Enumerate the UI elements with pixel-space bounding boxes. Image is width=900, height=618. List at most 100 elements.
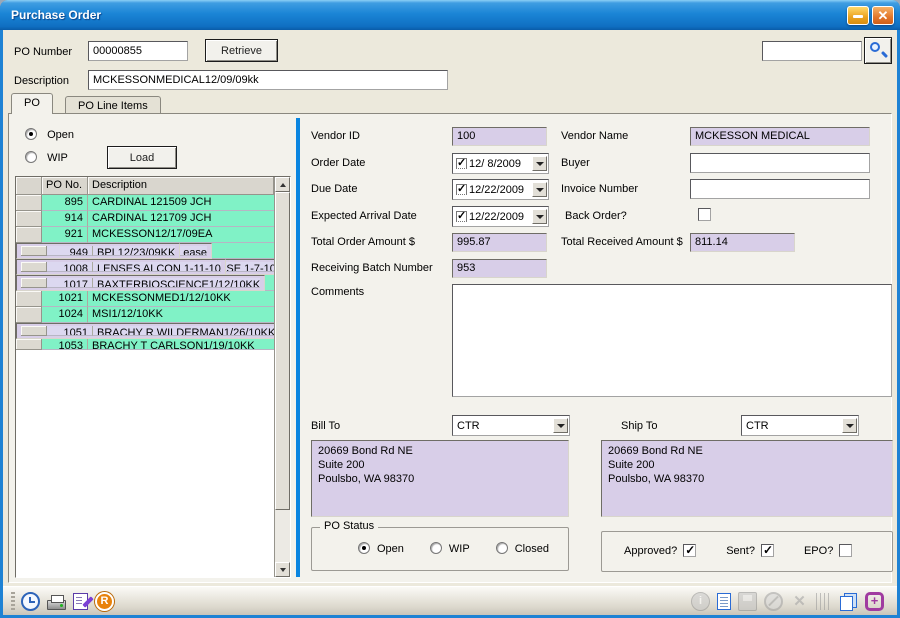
cancel-icon[interactable]: [764, 592, 783, 611]
radio-icon[interactable]: [496, 542, 508, 554]
due-date-picker[interactable]: 12/22/2009: [452, 179, 549, 200]
copy-pages-icon[interactable]: [839, 592, 858, 611]
window-title: Purchase Order: [11, 8, 844, 22]
flag-label: Sent?: [726, 545, 755, 557]
table-row[interactable]: 1053BRACHY T CARLSON1/19/10KK: [16, 339, 274, 350]
po-status-option-open[interactable]: Open: [358, 543, 404, 555]
radio-wip[interactable]: WIP: [25, 151, 68, 164]
document-icon[interactable]: [717, 593, 731, 610]
po-number-label: PO Number: [14, 46, 72, 58]
total-received-field: 811.14: [690, 233, 795, 252]
tab-po[interactable]: PO: [11, 93, 53, 114]
back-order-checkbox[interactable]: [698, 208, 711, 221]
due-date-check[interactable]: [456, 184, 467, 195]
radio-wip-icon[interactable]: [25, 151, 37, 163]
checkbox-icon[interactable]: [683, 544, 696, 557]
expected-arrival-picker[interactable]: 12/22/2009: [452, 206, 549, 227]
search-input[interactable]: [762, 41, 862, 61]
table-row[interactable]: 1024MSI1/12/10KK: [16, 307, 274, 323]
vendor-id-field: 100: [452, 127, 547, 146]
chevron-down-icon[interactable]: [532, 156, 547, 171]
search-button[interactable]: [864, 37, 892, 64]
info-icon[interactable]: [691, 592, 710, 611]
row-po-no: 895: [42, 195, 88, 211]
address-line: Poulsbo, WA 98370: [608, 472, 886, 486]
close-icon[interactable]: [872, 6, 894, 25]
chevron-down-icon[interactable]: [532, 182, 547, 197]
chevron-down-icon[interactable]: [553, 418, 568, 433]
radio-icon[interactable]: [430, 542, 442, 554]
table-row[interactable]: 949BPI 12/23/09KK: [16, 243, 180, 259]
delete-x-icon[interactable]: [790, 592, 809, 611]
recent-badge-icon[interactable]: [95, 592, 114, 611]
order-date-check[interactable]: [456, 158, 467, 169]
save-disk-icon[interactable]: [738, 592, 757, 611]
radio-icon[interactable]: [358, 542, 370, 554]
add-record-icon[interactable]: [865, 592, 884, 611]
po-status-option-wip[interactable]: WIP: [430, 543, 470, 555]
load-button[interactable]: Load: [107, 146, 177, 169]
checkbox-icon[interactable]: [761, 544, 774, 557]
radio-label: WIP: [449, 543, 470, 555]
toolbar-left: [21, 592, 121, 611]
row-po-no: 1053: [42, 339, 88, 350]
vendor-name-field: MCKESSON MEDICAL: [690, 127, 870, 146]
row-description: MCKESSON12/17/09EA: [88, 227, 274, 243]
receiving-batch-field: 953: [452, 259, 547, 278]
printer-icon[interactable]: [47, 600, 66, 610]
po-tab-panel: Open WIP Load PO No. Description 895CARD…: [8, 113, 892, 583]
row-selector: [16, 227, 42, 243]
radio-open-icon[interactable]: [25, 128, 37, 140]
po-status-options: Open WIP Closed: [358, 542, 575, 555]
edit-document-icon[interactable]: [73, 593, 88, 610]
chevron-down-icon[interactable]: [842, 418, 857, 433]
minimize-icon[interactable]: [847, 6, 869, 25]
order-date-picker[interactable]: 12/ 8/2009: [452, 153, 549, 174]
row-description: BRACHY T CARLSON1/19/10KK: [88, 339, 274, 350]
checkbox-icon[interactable]: [839, 544, 852, 557]
chevron-down-icon[interactable]: [532, 209, 547, 224]
comments-textarea[interactable]: [452, 284, 892, 397]
header-description[interactable]: Description: [88, 177, 274, 195]
tab-po-line-items[interactable]: PO Line Items: [65, 96, 161, 113]
scroll-down-icon[interactable]: [275, 562, 290, 577]
flag-approved[interactable]: Approved?: [624, 544, 696, 557]
row-description: BRACHY R WILDERMAN1/26/10KK: [93, 326, 275, 336]
retrieve-button[interactable]: Retrieve: [205, 39, 278, 62]
row-selector: [16, 211, 42, 227]
table-row[interactable]: 895CARDINAL 121509 JCH: [16, 195, 274, 211]
client-area: PO Number Retrieve Description PO PO Lin…: [3, 30, 897, 615]
description-input[interactable]: [88, 70, 448, 90]
row-selector: [16, 339, 42, 350]
clock-icon[interactable]: [21, 592, 40, 611]
bottom-toolbar: [3, 586, 897, 615]
expected-arrival-label: Expected Arrival Date: [311, 210, 417, 222]
scrollbar-thumb[interactable]: [275, 192, 290, 510]
po-status-option-closed[interactable]: Closed: [496, 543, 549, 555]
header-po-no[interactable]: PO No.: [42, 177, 88, 195]
expected-arrival-check[interactable]: [456, 211, 467, 222]
po-table[interactable]: PO No. Description 895CARDINAL 121509 JC…: [15, 176, 291, 578]
table-row[interactable]: 1021MCKESSONMED1/12/10KK: [16, 291, 274, 307]
order-date-value: 12/ 8/2009: [469, 158, 532, 170]
table-row[interactable]: 1008LENSES ALCON 1-11-10: [16, 259, 226, 275]
buyer-input[interactable]: [690, 153, 870, 173]
invoice-number-input[interactable]: [690, 179, 870, 199]
table-row[interactable]: 1051BRACHY R WILDERMAN1/26/10KK: [16, 323, 280, 339]
table-row[interactable]: 921MCKESSON12/17/09EA: [16, 227, 274, 243]
toolbar-right: [691, 592, 891, 611]
table-scrollbar[interactable]: [274, 177, 290, 577]
row-description: BAXTERBIOSCIENCE1/12/10KK: [93, 278, 260, 288]
bill-to-dropdown[interactable]: CTR: [452, 415, 570, 436]
flags-box: Approved? Sent? EPO?: [624, 544, 852, 557]
table-row[interactable]: 914CARDINAL 121709 JCH: [16, 211, 274, 227]
po-number-input[interactable]: [88, 41, 188, 61]
total-order-field: 995.87: [452, 233, 547, 252]
flag-sent[interactable]: Sent?: [726, 544, 774, 557]
scroll-up-icon[interactable]: [275, 177, 290, 192]
row-description: CARDINAL 121509 JCH: [88, 195, 274, 211]
table-row[interactable]: 1017BAXTERBIOSCIENCE1/12/10KK: [16, 275, 265, 291]
radio-open[interactable]: Open: [25, 128, 74, 141]
flag-epo[interactable]: EPO?: [804, 544, 852, 557]
ship-to-dropdown[interactable]: CTR: [741, 415, 859, 436]
